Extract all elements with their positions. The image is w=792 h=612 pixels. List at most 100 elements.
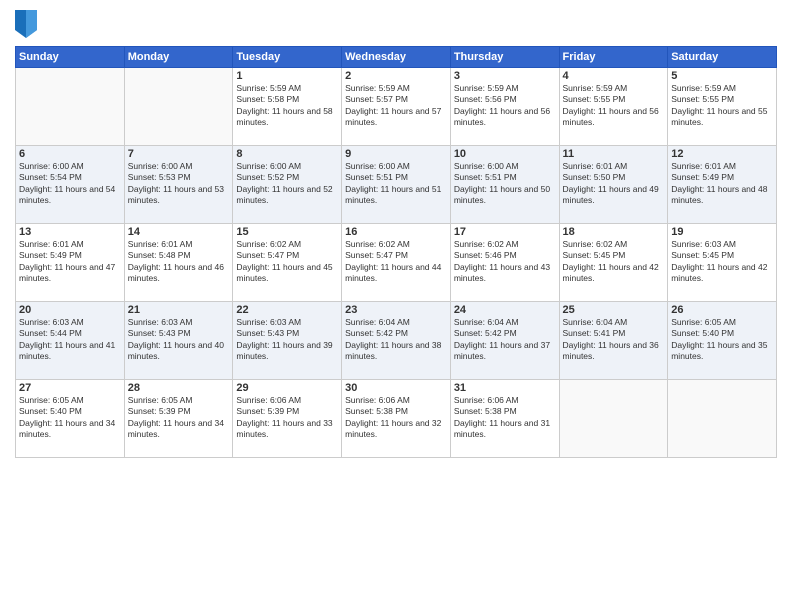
calendar-cell: 28Sunrise: 6:05 AM Sunset: 5:39 PM Dayli… [124, 380, 233, 458]
day-number: 31 [454, 382, 556, 394]
calendar-cell: 14Sunrise: 6:01 AM Sunset: 5:48 PM Dayli… [124, 224, 233, 302]
calendar-week-1: 1Sunrise: 5:59 AM Sunset: 5:58 PM Daylig… [16, 68, 777, 146]
calendar-cell [16, 68, 125, 146]
col-header-monday: Monday [124, 47, 233, 68]
calendar-cell: 11Sunrise: 6:01 AM Sunset: 5:50 PM Dayli… [559, 146, 668, 224]
calendar-cell: 12Sunrise: 6:01 AM Sunset: 5:49 PM Dayli… [668, 146, 777, 224]
calendar-cell [124, 68, 233, 146]
calendar-cell: 30Sunrise: 6:06 AM Sunset: 5:38 PM Dayli… [342, 380, 451, 458]
calendar-cell: 26Sunrise: 6:05 AM Sunset: 5:40 PM Dayli… [668, 302, 777, 380]
day-number: 27 [19, 382, 121, 394]
day-info: Sunrise: 6:01 AM Sunset: 5:50 PM Dayligh… [563, 161, 665, 207]
day-info: Sunrise: 5:59 AM Sunset: 5:55 PM Dayligh… [563, 83, 665, 129]
logo-icon [15, 10, 37, 38]
calendar-cell: 29Sunrise: 6:06 AM Sunset: 5:39 PM Dayli… [233, 380, 342, 458]
day-number: 10 [454, 148, 556, 160]
calendar-week-5: 27Sunrise: 6:05 AM Sunset: 5:40 PM Dayli… [16, 380, 777, 458]
day-number: 1 [236, 70, 338, 82]
calendar-cell: 15Sunrise: 6:02 AM Sunset: 5:47 PM Dayli… [233, 224, 342, 302]
day-number: 3 [454, 70, 556, 82]
day-number: 2 [345, 70, 447, 82]
calendar-week-2: 6Sunrise: 6:00 AM Sunset: 5:54 PM Daylig… [16, 146, 777, 224]
day-number: 23 [345, 304, 447, 316]
logo [15, 10, 39, 38]
day-number: 15 [236, 226, 338, 238]
day-info: Sunrise: 6:02 AM Sunset: 5:45 PM Dayligh… [563, 239, 665, 285]
day-info: Sunrise: 6:00 AM Sunset: 5:51 PM Dayligh… [454, 161, 556, 207]
day-number: 29 [236, 382, 338, 394]
calendar-cell: 5Sunrise: 5:59 AM Sunset: 5:55 PM Daylig… [668, 68, 777, 146]
day-info: Sunrise: 6:02 AM Sunset: 5:47 PM Dayligh… [345, 239, 447, 285]
day-number: 22 [236, 304, 338, 316]
calendar-table: SundayMondayTuesdayWednesdayThursdayFrid… [15, 46, 777, 458]
day-number: 6 [19, 148, 121, 160]
day-number: 17 [454, 226, 556, 238]
day-info: Sunrise: 5:59 AM Sunset: 5:56 PM Dayligh… [454, 83, 556, 129]
calendar-cell: 24Sunrise: 6:04 AM Sunset: 5:42 PM Dayli… [450, 302, 559, 380]
day-info: Sunrise: 6:04 AM Sunset: 5:42 PM Dayligh… [345, 317, 447, 363]
calendar-cell: 18Sunrise: 6:02 AM Sunset: 5:45 PM Dayli… [559, 224, 668, 302]
col-header-thursday: Thursday [450, 47, 559, 68]
calendar-cell: 9Sunrise: 6:00 AM Sunset: 5:51 PM Daylig… [342, 146, 451, 224]
calendar-week-3: 13Sunrise: 6:01 AM Sunset: 5:49 PM Dayli… [16, 224, 777, 302]
day-number: 24 [454, 304, 556, 316]
day-info: Sunrise: 6:05 AM Sunset: 5:39 PM Dayligh… [128, 395, 230, 441]
day-info: Sunrise: 6:04 AM Sunset: 5:42 PM Dayligh… [454, 317, 556, 363]
day-number: 18 [563, 226, 665, 238]
calendar-cell: 27Sunrise: 6:05 AM Sunset: 5:40 PM Dayli… [16, 380, 125, 458]
calendar-week-4: 20Sunrise: 6:03 AM Sunset: 5:44 PM Dayli… [16, 302, 777, 380]
day-number: 20 [19, 304, 121, 316]
day-info: Sunrise: 6:03 AM Sunset: 5:44 PM Dayligh… [19, 317, 121, 363]
calendar-cell: 10Sunrise: 6:00 AM Sunset: 5:51 PM Dayli… [450, 146, 559, 224]
col-header-wednesday: Wednesday [342, 47, 451, 68]
day-number: 12 [671, 148, 773, 160]
day-info: Sunrise: 6:06 AM Sunset: 5:39 PM Dayligh… [236, 395, 338, 441]
calendar-cell: 13Sunrise: 6:01 AM Sunset: 5:49 PM Dayli… [16, 224, 125, 302]
calendar-cell: 31Sunrise: 6:06 AM Sunset: 5:38 PM Dayli… [450, 380, 559, 458]
day-info: Sunrise: 6:00 AM Sunset: 5:53 PM Dayligh… [128, 161, 230, 207]
calendar-cell: 23Sunrise: 6:04 AM Sunset: 5:42 PM Dayli… [342, 302, 451, 380]
day-info: Sunrise: 6:05 AM Sunset: 5:40 PM Dayligh… [671, 317, 773, 363]
day-number: 26 [671, 304, 773, 316]
day-number: 16 [345, 226, 447, 238]
day-info: Sunrise: 6:00 AM Sunset: 5:54 PM Dayligh… [19, 161, 121, 207]
col-header-tuesday: Tuesday [233, 47, 342, 68]
calendar-cell: 4Sunrise: 5:59 AM Sunset: 5:55 PM Daylig… [559, 68, 668, 146]
day-info: Sunrise: 6:00 AM Sunset: 5:52 PM Dayligh… [236, 161, 338, 207]
day-info: Sunrise: 6:03 AM Sunset: 5:43 PM Dayligh… [128, 317, 230, 363]
day-info: Sunrise: 6:05 AM Sunset: 5:40 PM Dayligh… [19, 395, 121, 441]
calendar-cell: 6Sunrise: 6:00 AM Sunset: 5:54 PM Daylig… [16, 146, 125, 224]
day-number: 7 [128, 148, 230, 160]
calendar-cell: 25Sunrise: 6:04 AM Sunset: 5:41 PM Dayli… [559, 302, 668, 380]
day-number: 9 [345, 148, 447, 160]
col-header-saturday: Saturday [668, 47, 777, 68]
col-header-friday: Friday [559, 47, 668, 68]
day-info: Sunrise: 6:02 AM Sunset: 5:46 PM Dayligh… [454, 239, 556, 285]
day-info: Sunrise: 6:03 AM Sunset: 5:43 PM Dayligh… [236, 317, 338, 363]
calendar-cell: 1Sunrise: 5:59 AM Sunset: 5:58 PM Daylig… [233, 68, 342, 146]
col-header-sunday: Sunday [16, 47, 125, 68]
day-info: Sunrise: 6:03 AM Sunset: 5:45 PM Dayligh… [671, 239, 773, 285]
day-info: Sunrise: 5:59 AM Sunset: 5:58 PM Dayligh… [236, 83, 338, 129]
calendar-cell: 7Sunrise: 6:00 AM Sunset: 5:53 PM Daylig… [124, 146, 233, 224]
day-info: Sunrise: 5:59 AM Sunset: 5:57 PM Dayligh… [345, 83, 447, 129]
day-info: Sunrise: 6:04 AM Sunset: 5:41 PM Dayligh… [563, 317, 665, 363]
calendar-cell: 20Sunrise: 6:03 AM Sunset: 5:44 PM Dayli… [16, 302, 125, 380]
calendar-cell: 19Sunrise: 6:03 AM Sunset: 5:45 PM Dayli… [668, 224, 777, 302]
day-number: 21 [128, 304, 230, 316]
day-info: Sunrise: 5:59 AM Sunset: 5:55 PM Dayligh… [671, 83, 773, 129]
day-number: 11 [563, 148, 665, 160]
day-number: 19 [671, 226, 773, 238]
day-number: 8 [236, 148, 338, 160]
day-info: Sunrise: 6:01 AM Sunset: 5:48 PM Dayligh… [128, 239, 230, 285]
day-number: 13 [19, 226, 121, 238]
day-info: Sunrise: 6:01 AM Sunset: 5:49 PM Dayligh… [19, 239, 121, 285]
day-number: 25 [563, 304, 665, 316]
calendar-cell: 21Sunrise: 6:03 AM Sunset: 5:43 PM Dayli… [124, 302, 233, 380]
day-number: 14 [128, 226, 230, 238]
calendar-cell: 16Sunrise: 6:02 AM Sunset: 5:47 PM Dayli… [342, 224, 451, 302]
calendar-cell: 3Sunrise: 5:59 AM Sunset: 5:56 PM Daylig… [450, 68, 559, 146]
calendar-cell [668, 380, 777, 458]
day-number: 28 [128, 382, 230, 394]
calendar-cell: 22Sunrise: 6:03 AM Sunset: 5:43 PM Dayli… [233, 302, 342, 380]
